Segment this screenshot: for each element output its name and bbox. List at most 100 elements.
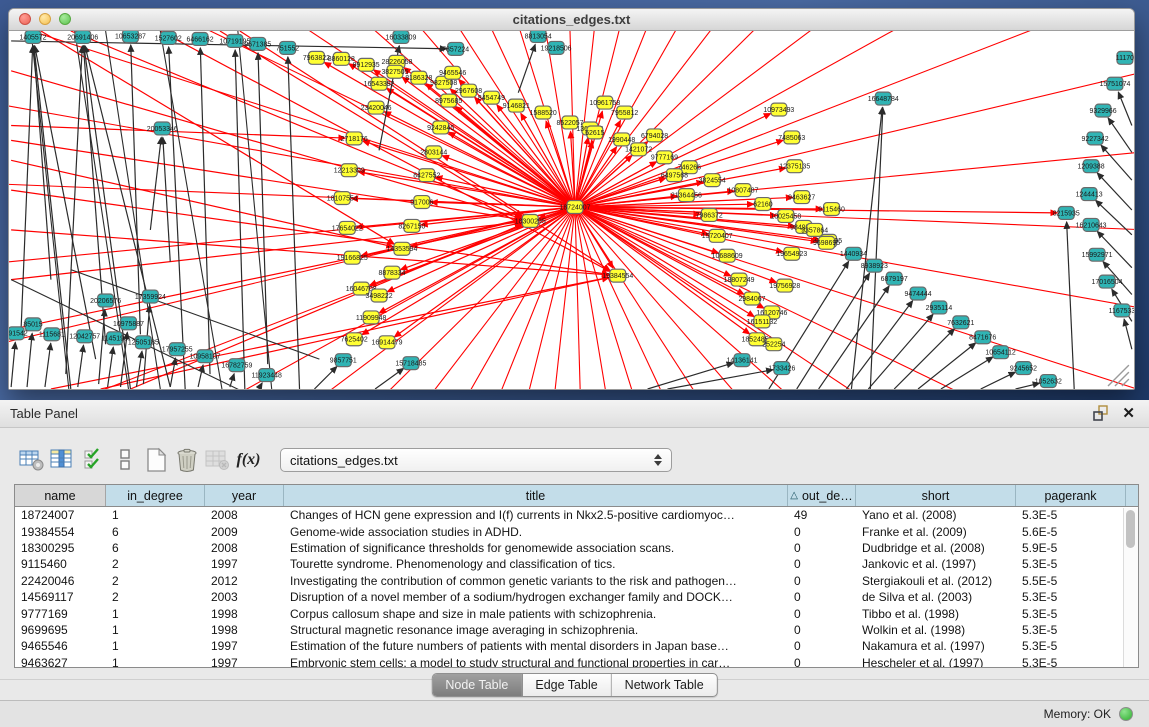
graph-node[interactable]: 7963822 xyxy=(303,51,330,64)
graph-node[interactable]: 917006 xyxy=(410,196,433,209)
graph-node[interactable]: 252254 xyxy=(762,338,785,351)
table-cell[interactable]: Genome-wide association studies in ADHD. xyxy=(284,525,788,539)
table-cell[interactable]: 2008 xyxy=(205,508,284,522)
graph-node[interactable]: 19218506 xyxy=(541,41,572,54)
close-window-button[interactable] xyxy=(19,13,31,25)
table-cell[interactable]: Stergiakouli et al. (2012) xyxy=(856,574,1016,588)
table-cell[interactable]: Estimation of significance thresholds fo… xyxy=(284,541,788,555)
table-cell[interactable]: 1 xyxy=(106,639,205,653)
graph-node[interactable]: 1209388 xyxy=(1078,160,1105,173)
table-cell[interactable]: 14569117 xyxy=(15,590,106,604)
table-row[interactable]: 946554611997Estimation of the future num… xyxy=(15,638,1138,654)
table-scrollbar[interactable] xyxy=(1123,508,1138,667)
graph-node[interactable]: 16210643 xyxy=(1076,218,1107,231)
table-cell[interactable]: 6 xyxy=(106,541,205,555)
table-cell[interactable]: Hescheler et al. (1997) xyxy=(856,656,1016,668)
graph-node[interactable]: 16033809 xyxy=(385,31,416,43)
table-cell[interactable]: 1997 xyxy=(205,557,284,571)
graph-node[interactable]: 16782759 xyxy=(221,359,252,372)
graph-node[interactable]: 1733426 xyxy=(768,362,795,375)
table-cell[interactable]: 49 xyxy=(788,508,856,522)
table-cell[interactable]: 1998 xyxy=(205,623,284,637)
table-cell[interactable]: Tourette syndrome. Phenomenology and cla… xyxy=(284,557,788,571)
graph-node[interactable]: 16648784 xyxy=(868,92,899,105)
table-cell[interactable]: 18300295 xyxy=(15,541,106,555)
graph-node[interactable]: 751552 xyxy=(276,41,299,54)
graph-node[interactable]: 62160 xyxy=(753,198,772,211)
column-header-out_de[interactable]: △out_de… xyxy=(788,485,856,506)
graph-node[interactable]: 9857751 xyxy=(330,354,357,367)
table-scrollbar-thumb[interactable] xyxy=(1126,510,1135,548)
table-cell[interactable]: 9465546 xyxy=(15,639,106,653)
select-all-icon[interactable] xyxy=(78,444,109,476)
table-cell[interactable]: 2012 xyxy=(205,574,284,588)
table-cell[interactable]: 5.3E-5 xyxy=(1016,590,1126,604)
delete-column-icon[interactable] xyxy=(171,444,202,476)
table-row[interactable]: 977716911998Corpus callosum shape and si… xyxy=(15,605,1138,621)
new-column-icon[interactable] xyxy=(140,444,171,476)
graph-node[interactable]: 1244413 xyxy=(1076,188,1103,201)
table-cell[interactable]: 5.9E-5 xyxy=(1016,541,1126,555)
graph-node[interactable]: 12042757 xyxy=(69,330,100,343)
graph-node[interactable]: 20206576 xyxy=(90,294,121,307)
graph-node[interactable]: 9115460 xyxy=(818,203,845,216)
graph-node[interactable]: 1052632 xyxy=(1035,375,1062,388)
network-canvas[interactable]: 1405572206914061065328715276026466162107… xyxy=(9,31,1134,389)
column-header-year[interactable]: year xyxy=(205,485,284,506)
table-cell[interactable]: 1998 xyxy=(205,607,284,621)
table-cell[interactable]: Embryonic stem cells: a model to study s… xyxy=(284,656,788,668)
graph-node[interactable]: 1588520 xyxy=(530,106,557,119)
graph-node[interactable]: 10807487 xyxy=(728,184,759,197)
table-cell[interactable]: Dudbridge et al. (2008) xyxy=(856,541,1016,555)
show-columns-icon[interactable] xyxy=(47,444,78,476)
table-cell[interactable]: 5.5E-5 xyxy=(1016,574,1126,588)
table-cell[interactable]: Tibbo et al. (1998) xyxy=(856,607,1016,621)
graph-node[interactable]: 8860128 xyxy=(328,52,355,65)
table-row[interactable]: 1872400712008Changes of HCN gene express… xyxy=(15,507,1138,523)
minimize-window-button[interactable] xyxy=(39,13,51,25)
graph-node[interactable]: 9227342 xyxy=(1082,132,1109,145)
table-cell[interactable]: Wolkin et al. (1998) xyxy=(856,623,1016,637)
graph-node[interactable]: 62615 xyxy=(585,126,604,139)
graph-node[interactable]: 8215935 xyxy=(1053,207,1080,220)
table-cell[interactable]: 1 xyxy=(106,623,205,637)
graph-node[interactable]: 10961758 xyxy=(589,96,620,109)
graph-node[interactable]: 10653287 xyxy=(115,31,146,42)
table-cell[interactable]: 5.6E-5 xyxy=(1016,525,1126,539)
table-row[interactable]: 911546021997Tourette syndrome. Phenomeno… xyxy=(15,556,1138,572)
table-cell[interactable]: 19384554 xyxy=(15,525,106,539)
table-cell[interactable]: 6 xyxy=(106,525,205,539)
graph-node[interactable]: 1115681 xyxy=(39,328,65,341)
close-panel-icon[interactable]: ✕ xyxy=(1122,406,1135,421)
table-cell[interactable]: Jankovic et al. (1997) xyxy=(856,557,1016,571)
table-cell[interactable]: 2003 xyxy=(205,590,284,604)
table-cell[interactable]: 18724007 xyxy=(15,508,106,522)
graph-node[interactable]: 8427552 xyxy=(413,169,440,182)
graph-node[interactable]: 9242845 xyxy=(427,121,454,134)
citation-network-graph[interactable]: 1405572206914061065328715276026466162107… xyxy=(9,31,1134,389)
graph-node[interactable]: 1527602 xyxy=(155,31,182,44)
graph-node[interactable]: 19384554 xyxy=(602,269,633,282)
graph-node[interactable]: 2718176 xyxy=(341,132,368,145)
table-cell[interactable]: 2 xyxy=(106,557,205,571)
table-cell[interactable]: 0 xyxy=(788,574,856,588)
graph-node[interactable]: 8912935 xyxy=(353,58,380,71)
table-cell[interactable]: 0 xyxy=(788,541,856,555)
tab-edge-table[interactable]: Edge Table xyxy=(522,674,611,696)
table-cell[interactable]: de Silva et al. (2003) xyxy=(856,590,1016,604)
graph-node[interactable]: 9329966 xyxy=(1089,104,1116,117)
graph-node[interactable]: 6879197 xyxy=(881,272,908,285)
graph-node[interactable]: 3824554 xyxy=(699,174,726,187)
table-cell[interactable]: Estimation of the future numbers of pati… xyxy=(284,639,788,653)
graph-node[interactable]: 85015 xyxy=(23,318,42,331)
column-header-in_degree[interactable]: in_degree xyxy=(106,485,205,506)
graph-node[interactable]: 2935114 xyxy=(926,301,953,314)
graph-node[interactable]: 9463627 xyxy=(788,191,815,204)
table-cell[interactable]: Corpus callosum shape and size in male p… xyxy=(284,607,788,621)
graph-node[interactable]: 17957255 xyxy=(162,343,193,356)
column-header-short[interactable]: short xyxy=(856,485,1016,506)
table-row[interactable]: 1938455462009Genome-wide association stu… xyxy=(15,523,1138,539)
table-cell[interactable]: Disruption of a novel member of a sodium… xyxy=(284,590,788,604)
table-cell[interactable]: Structural magnetic resonance image aver… xyxy=(284,623,788,637)
table-cell[interactable]: 0 xyxy=(788,639,856,653)
